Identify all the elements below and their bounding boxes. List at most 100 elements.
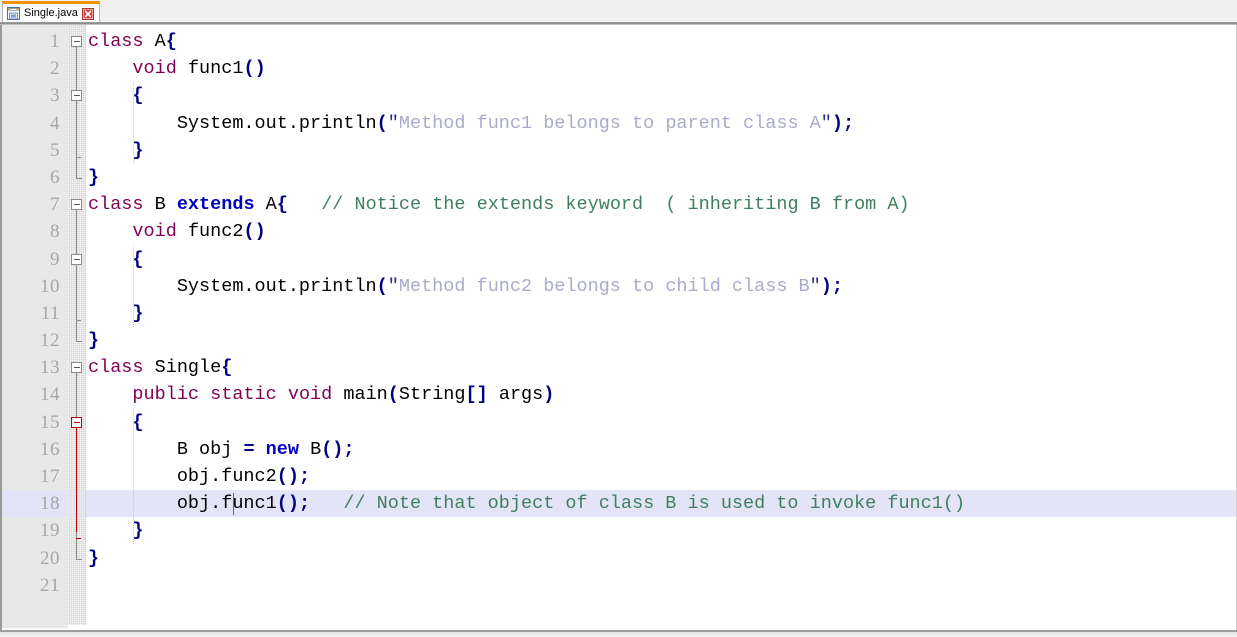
line-number: 21 [40,574,60,596]
line-number-row[interactable]: 9 [2,246,68,273]
line-number-row[interactable]: 18 [2,490,68,518]
code-token-kw-b: extends [176,194,255,216]
code-token-punct: ); [831,112,855,134]
line-number-row[interactable]: 14 [2,381,68,408]
line-number-row[interactable]: 4 [2,110,68,137]
code-line[interactable]: } [86,137,1236,164]
code-token-plain: A [154,31,166,52]
line-number: 18 [40,493,60,515]
code-token-punct: { [132,411,144,433]
editor-tab-single-java[interactable]: Single.java [2,1,100,22]
code-line[interactable]: } [86,300,1236,327]
code-line[interactable]: System.out.println("Method func1 belongs… [86,110,1236,137]
code-line[interactable]: System.out.println("Method func2 belongs… [86,273,1236,300]
code-token-plain: A [254,194,277,216]
line-number-row[interactable]: 11 [2,300,68,327]
code-line[interactable] [86,572,1236,599]
code-token-punct: ( [376,112,388,134]
code-token-kw: class [88,357,144,379]
line-number-row[interactable]: 20 [2,545,68,572]
code-token-punct: } [88,330,100,352]
code-line[interactable]: void func1() [86,55,1236,82]
code-folding-gutter[interactable] [68,25,86,625]
line-number: 7 [50,194,60,216]
code-editor[interactable]: 1 2 3 4 5 6 7 8 9 10 11 12 13 14 15 16 17 18 19 20 21 class … [0,25,1237,630]
fold-range-line [76,47,77,178]
code-line[interactable]: } [86,164,1236,191]
line-number-row[interactable]: 12 [2,327,68,354]
code-token-kw: class [88,194,144,216]
line-number-row[interactable]: 13 [2,354,68,381]
line-number-row[interactable]: 3 [2,82,68,109]
text-caret [232,493,234,516]
code-line-text: } [88,545,99,572]
code-token-cmt: // Notice the extends keyword ( inheriti… [321,194,910,216]
code-token-strq: " [387,275,399,297]
code-line-text: } [88,300,143,327]
line-number-row[interactable]: 1 [2,28,68,55]
line-number-row[interactable]: 16 [2,436,68,463]
code-token-kw: void [132,221,177,243]
line-number-row[interactable]: 10 [2,273,68,300]
code-line[interactable]: class B extends A{ // Notice the extends… [86,191,1236,218]
code-token-str: Method func2 belongs to child class B [398,275,810,297]
code-token-punct: () [243,221,266,243]
fold-block-end-icon [76,335,82,343]
line-number-row[interactable]: 8 [2,218,68,245]
line-number: 10 [40,275,60,297]
code-line[interactable]: } [86,327,1236,354]
fold-collapse-icon[interactable] [71,416,82,428]
code-line[interactable]: { [86,246,1236,273]
line-number: 5 [50,139,60,161]
line-number-row[interactable]: 21 [2,572,68,599]
code-line[interactable]: public static void main(String[] args) [86,381,1236,408]
code-token-punct: (); [321,438,355,460]
code-line[interactable]: } [86,517,1236,544]
fold-tick [76,537,81,539]
line-number-row[interactable]: 2 [2,55,68,82]
code-line[interactable]: class Single{ [86,354,1236,381]
code-surface[interactable]: class A{ void func1() { System.out.print… [86,25,1236,628]
code-line-text: System.out.println("Method func1 belongs… [88,110,854,137]
fold-collapse-icon[interactable] [71,199,82,211]
fold-collapse-icon[interactable] [71,90,82,102]
code-line[interactable]: } [86,545,1236,572]
code-line-text: } [88,164,99,191]
code-line[interactable]: obj.func1(); // Note that object of clas… [86,490,1236,518]
code-line[interactable]: obj.func2(); [86,463,1236,490]
line-number-row[interactable]: 15 [2,409,68,436]
fold-collapse-icon[interactable] [71,36,82,47]
fold-collapse-icon[interactable] [71,362,82,374]
code-line[interactable]: { [86,82,1236,109]
line-number-row[interactable]: 19 [2,517,68,544]
code-token-plain: B [298,438,322,460]
line-number: 20 [40,547,60,569]
code-line[interactable]: { [86,409,1236,436]
code-token-plain: args [487,384,544,406]
code-line[interactable]: class A{ [86,28,1236,55]
code-line[interactable]: void func2() [86,218,1236,245]
line-number: 4 [50,112,60,134]
code-token-punct: } [88,166,100,188]
fold-collapse-icon[interactable] [71,253,82,265]
line-number-gutter[interactable]: 1 2 3 4 5 6 7 8 9 10 11 12 13 14 15 16 17 18 19 20 21 [2,25,68,628]
code-line-text: System.out.println("Method func2 belongs… [88,273,843,300]
line-number: 11 [40,302,60,324]
line-number-row[interactable]: 7 [2,191,68,218]
save-disk-icon [7,6,20,20]
code-line[interactable]: B obj = new B(); [86,436,1236,463]
close-icon[interactable] [81,7,94,20]
line-number: 8 [50,221,60,243]
code-token-strq: " [809,275,821,297]
line-number-row[interactable]: 5 [2,137,68,164]
code-line-text: B obj = new B(); [88,436,355,463]
line-number: 1 [50,31,60,52]
line-number-row[interactable]: 6 [2,164,68,191]
line-number-row[interactable]: 17 [2,463,68,490]
code-line-text: void func2() [88,218,266,245]
